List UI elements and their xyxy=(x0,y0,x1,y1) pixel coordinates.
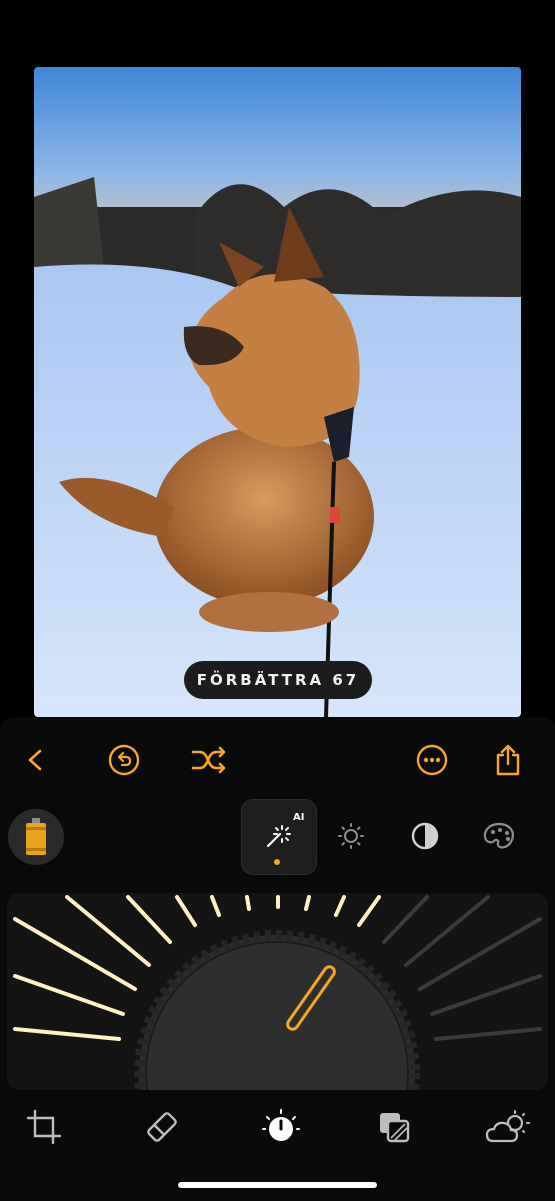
home-indicator[interactable] xyxy=(178,1182,377,1188)
dial-tick xyxy=(304,895,311,911)
eraser-icon xyxy=(147,1112,177,1142)
ai-badge: AI xyxy=(293,812,305,823)
weather-icon xyxy=(485,1110,530,1143)
dial-tick xyxy=(430,974,542,1016)
mode-light[interactable] xyxy=(331,816,371,856)
magic-wand-ai-icon xyxy=(266,825,291,848)
tab-layers[interactable] xyxy=(370,1103,418,1151)
intensity-dial[interactable] xyxy=(7,893,548,1090)
sun-icon xyxy=(338,823,364,849)
back-button[interactable] xyxy=(16,740,56,780)
ellipsis-circle-icon xyxy=(416,744,448,776)
tab-crop[interactable] xyxy=(20,1103,68,1151)
mode-active-indicator xyxy=(274,859,280,865)
adjust-dial-icon xyxy=(262,1109,300,1141)
share-button[interactable] xyxy=(488,740,528,780)
dial-tick xyxy=(210,895,221,917)
dial-tick xyxy=(13,1027,121,1041)
dial-tick xyxy=(13,917,137,991)
tab-weather[interactable] xyxy=(484,1103,532,1151)
undo-button[interactable] xyxy=(104,740,144,780)
share-icon xyxy=(496,744,520,776)
dial-tick xyxy=(334,895,346,917)
shuffle-icon xyxy=(191,746,226,774)
photo-preview[interactable] xyxy=(34,67,521,717)
dial-tick xyxy=(418,917,542,991)
shuffle-button[interactable] xyxy=(189,740,229,780)
dial-tick xyxy=(175,895,197,927)
dial-tick xyxy=(434,1027,542,1041)
enhance-badge[interactable]: FÖRBÄTTRA 67 xyxy=(184,661,372,699)
tab-adjust[interactable] xyxy=(257,1103,305,1151)
contrast-icon xyxy=(411,822,439,850)
film-filter-button[interactable] xyxy=(8,809,64,865)
dial-tick xyxy=(13,974,125,1016)
dial-tick xyxy=(126,895,172,944)
layers-icon xyxy=(380,1113,410,1143)
crop-icon xyxy=(26,1109,62,1145)
tab-erase[interactable] xyxy=(138,1103,186,1151)
mode-contrast[interactable] xyxy=(405,816,445,856)
palette-icon xyxy=(483,822,514,849)
dial-tick xyxy=(357,895,381,927)
mode-color[interactable] xyxy=(479,816,519,856)
film-roll-icon xyxy=(26,818,46,855)
chevron-left-icon xyxy=(28,749,42,771)
more-button[interactable] xyxy=(412,740,452,780)
mode-ai[interactable] xyxy=(258,816,298,856)
dial-tick xyxy=(382,895,429,944)
undo-icon xyxy=(108,744,140,776)
dial-tick xyxy=(245,895,251,911)
